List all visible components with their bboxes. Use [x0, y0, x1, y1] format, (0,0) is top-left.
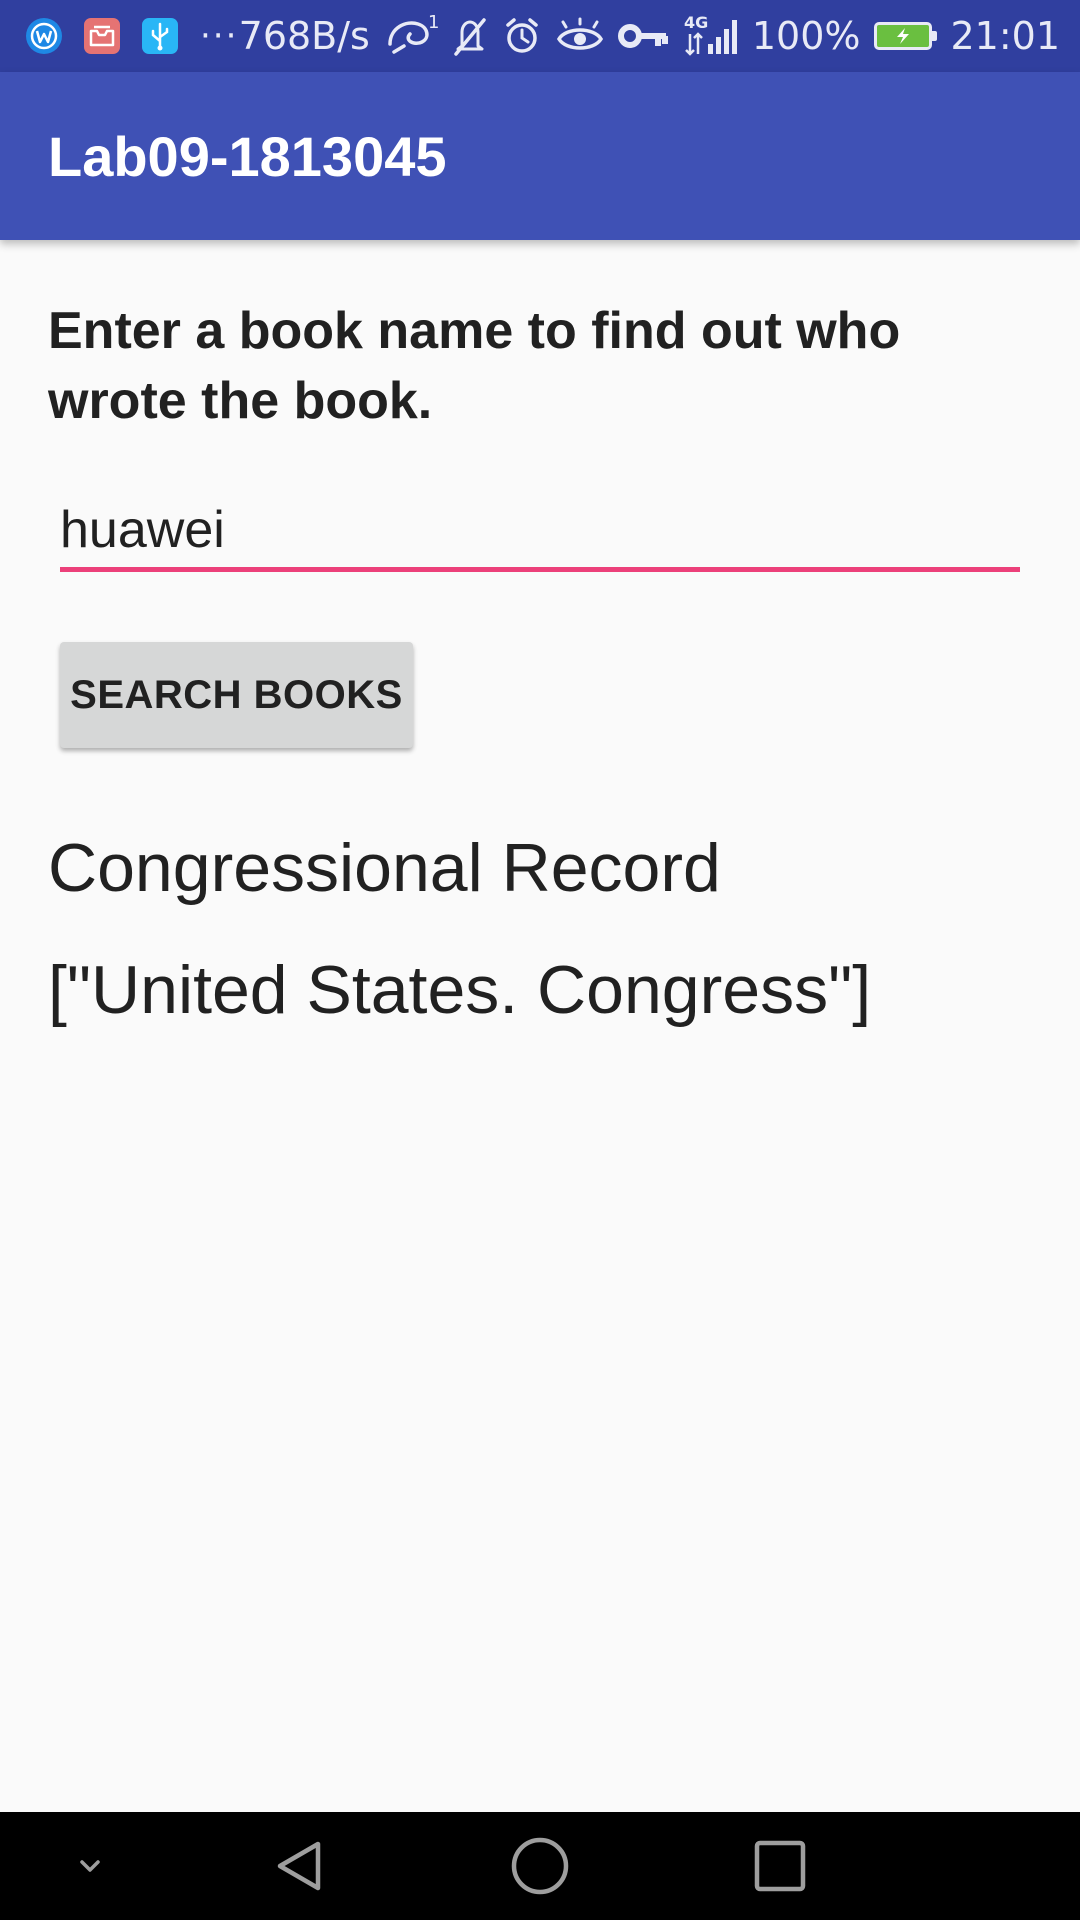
hide-nav-button[interactable] [40, 1812, 140, 1920]
screen: ··· 768B/s 1 4G 100% 21:01 Lab09-1813045… [0, 0, 1080, 1920]
sim-badge: 1 [428, 14, 438, 33]
home-button[interactable] [490, 1812, 590, 1920]
network-speed: 768B/s [238, 14, 370, 58]
hotspot-icon: 1 [384, 14, 438, 58]
w-app-icon [26, 18, 62, 54]
network-type: 4G [684, 14, 708, 32]
battery-icon [874, 22, 938, 50]
vpn-key-icon [617, 21, 670, 51]
book-name-input[interactable] [60, 492, 1020, 572]
mute-icon [452, 14, 488, 58]
status-bar-notifications: ··· [26, 0, 238, 72]
instruction-text: Enter a book name to find out who wrote … [48, 302, 901, 430]
chevron-down-icon [80, 1860, 100, 1872]
battery-percent: 100% [751, 14, 861, 58]
clock: 21:01 [950, 14, 1060, 58]
mail-app-icon [84, 18, 120, 54]
usb-icon [142, 18, 178, 54]
status-bar-system: 768B/s 1 4G 100% 21:01 [239, 0, 1060, 72]
back-button[interactable] [250, 1812, 350, 1920]
eye-icon [556, 17, 604, 55]
signal-icon: 4G [684, 14, 738, 58]
navigation-bar [0, 1812, 1080, 1920]
book-input-container [60, 492, 1020, 576]
recents-icon [754, 1840, 806, 1892]
result-book-title: Congressional Record [48, 830, 721, 906]
recents-button[interactable] [730, 1812, 830, 1920]
alarm-icon [502, 16, 542, 56]
status-bar: ··· 768B/s 1 4G 100% 21:01 [0, 0, 1080, 72]
app-bar: Lab09-1813045 [0, 72, 1080, 240]
result-book-authors: ["United States. Congress"] [48, 952, 872, 1028]
overflow-dots: ··· [200, 16, 239, 56]
home-icon [511, 1837, 569, 1895]
back-icon [277, 1841, 321, 1891]
app-title: Lab09-1813045 [48, 124, 447, 188]
search-books-button[interactable]: SEARCH BOOKS [60, 642, 413, 748]
